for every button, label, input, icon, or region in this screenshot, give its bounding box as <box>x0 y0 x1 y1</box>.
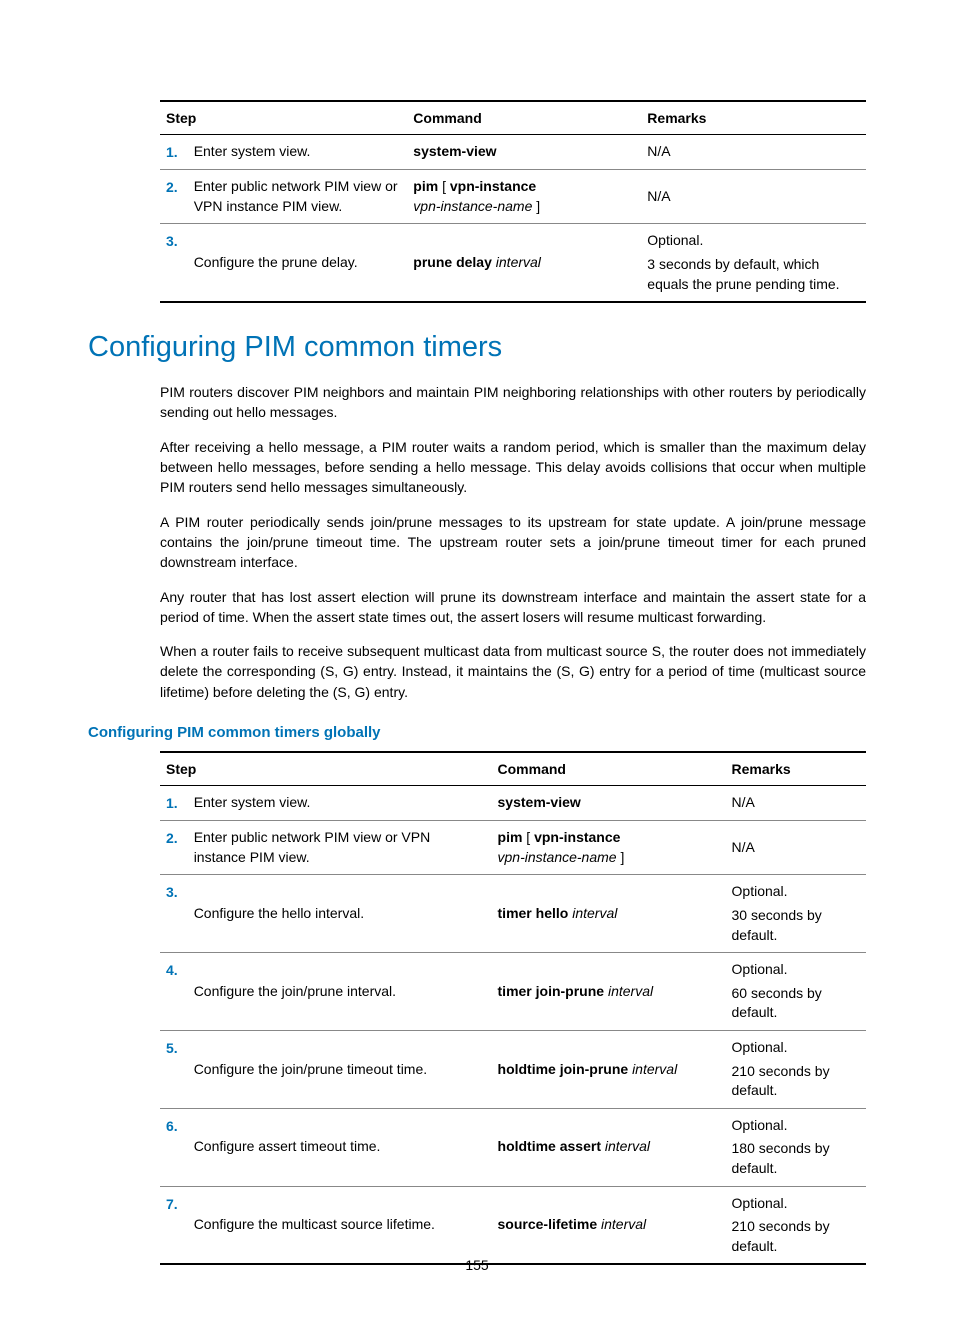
step-number: 2. <box>160 170 188 224</box>
step-command: system-view <box>492 785 726 821</box>
section-heading: Configuring PIM common timers <box>88 331 866 364</box>
step-remarks: Optional.3 seconds by default, which equ… <box>641 224 866 302</box>
step-desc: Enter system view. <box>188 785 492 821</box>
table-common-timers: Step Command Remarks 1. Enter system vie… <box>160 751 866 1265</box>
step-number: 1. <box>160 134 188 170</box>
step-number: 3. <box>160 224 188 302</box>
page-number: 155 <box>0 1257 954 1273</box>
step-command: source-lifetime interval <box>492 1186 726 1264</box>
table-row: 2. Enter public network PIM view or VPN … <box>160 821 866 875</box>
table-row: 6. Configure assert timeout time. holdti… <box>160 1108 866 1186</box>
step-number: 1. <box>160 785 188 821</box>
col-command: Command <box>492 752 726 785</box>
table-row: 1. Enter system view. system-view N/A <box>160 134 866 170</box>
step-command: pim [ vpn-instancevpn-instance-name ] <box>492 821 726 875</box>
step-desc: Enter system view. <box>188 134 408 170</box>
step-command: timer join-prune interval <box>492 953 726 1031</box>
table-row: 3. Configure the prune delay. prune dela… <box>160 224 866 302</box>
paragraph: PIM routers discover PIM neighbors and m… <box>160 382 866 423</box>
col-step: Step <box>160 752 492 785</box>
table-row: 5. Configure the join/prune timeout time… <box>160 1030 866 1108</box>
table-row: 7. Configure the multicast source lifeti… <box>160 1186 866 1264</box>
paragraph: After receiving a hello message, a PIM r… <box>160 437 866 498</box>
col-remarks: Remarks <box>641 101 866 134</box>
step-command: system-view <box>407 134 641 170</box>
subsection-heading: Configuring PIM common timers globally <box>88 724 866 741</box>
col-command: Command <box>407 101 641 134</box>
step-desc: Configure the multicast source lifetime. <box>188 1186 492 1264</box>
step-command: prune delay interval <box>407 224 641 302</box>
step-desc: Configure assert timeout time. <box>188 1108 492 1186</box>
step-number: 4. <box>160 953 188 1031</box>
step-number: 7. <box>160 1186 188 1264</box>
step-command: holdtime join-prune interval <box>492 1030 726 1108</box>
table-prune-delay: Step Command Remarks 1. Enter system vie… <box>160 100 866 303</box>
step-number: 5. <box>160 1030 188 1108</box>
paragraph: When a router fails to receive subsequen… <box>160 641 866 702</box>
col-step: Step <box>160 101 407 134</box>
step-remarks: Optional.30 seconds by default. <box>726 875 866 953</box>
table-row: 4. Configure the join/prune interval. ti… <box>160 953 866 1031</box>
paragraph: Any router that has lost assert election… <box>160 587 866 628</box>
step-desc: Enter public network PIM view or VPN ins… <box>188 821 492 875</box>
table-row: 2. Enter public network PIM view or VPN … <box>160 170 866 224</box>
step-command: pim [ vpn-instancevpn-instance-name ] <box>407 170 641 224</box>
paragraph: A PIM router periodically sends join/pru… <box>160 512 866 573</box>
step-number: 6. <box>160 1108 188 1186</box>
step-remarks: N/A <box>641 134 866 170</box>
step-remarks: Optional.180 seconds by default. <box>726 1108 866 1186</box>
step-remarks: N/A <box>726 821 866 875</box>
step-desc: Configure the prune delay. <box>188 224 408 302</box>
step-desc: Enter public network PIM view or VPN ins… <box>188 170 408 224</box>
col-remarks: Remarks <box>726 752 866 785</box>
step-number: 3. <box>160 875 188 953</box>
step-remarks: N/A <box>641 170 866 224</box>
step-remarks: N/A <box>726 785 866 821</box>
step-remarks: Optional.60 seconds by default. <box>726 953 866 1031</box>
table-row: 1. Enter system view. system-view N/A <box>160 785 866 821</box>
table-row: 3. Configure the hello interval. timer h… <box>160 875 866 953</box>
step-remarks: Optional.210 seconds by default. <box>726 1186 866 1264</box>
step-desc: Configure the hello interval. <box>188 875 492 953</box>
step-desc: Configure the join/prune interval. <box>188 953 492 1031</box>
step-command: timer hello interval <box>492 875 726 953</box>
step-command: holdtime assert interval <box>492 1108 726 1186</box>
step-number: 2. <box>160 821 188 875</box>
step-remarks: Optional.210 seconds by default. <box>726 1030 866 1108</box>
step-desc: Configure the join/prune timeout time. <box>188 1030 492 1108</box>
